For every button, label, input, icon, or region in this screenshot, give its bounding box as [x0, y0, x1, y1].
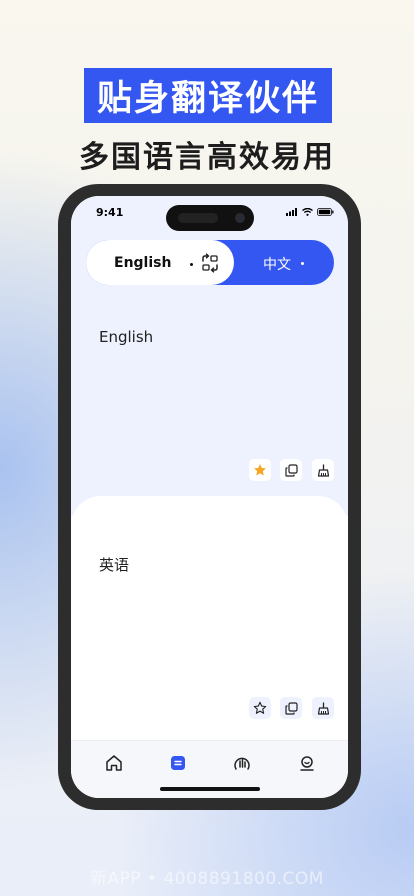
tab-translate-icon[interactable] [168, 753, 188, 773]
copy-icon [284, 463, 298, 477]
favorite-translation-button[interactable] [249, 697, 271, 719]
home-indicator[interactable] [160, 787, 260, 791]
copy-translation-button[interactable] [280, 697, 302, 719]
tab-home-icon[interactable] [104, 753, 124, 773]
status-icons [286, 208, 334, 216]
star-filled-icon [254, 464, 266, 476]
phone-screen: 9:41 English 中文 English 英语 [71, 196, 348, 798]
source-language-label[interactable]: English [114, 255, 171, 271]
battery-icon [317, 208, 334, 216]
dynamic-island [166, 205, 254, 231]
tab-profile-icon[interactable] [297, 753, 317, 773]
language-switcher: English 中文 [86, 240, 334, 285]
signal-icon [286, 208, 297, 216]
clear-source-button[interactable] [312, 459, 334, 481]
clear-translation-button[interactable] [312, 697, 334, 719]
swap-languages-icon[interactable] [200, 253, 220, 273]
broom-icon [317, 701, 329, 715]
source-input-text[interactable]: English [99, 328, 153, 346]
source-language-dropdown-dot [190, 263, 193, 266]
wifi-icon [302, 208, 313, 216]
watermark: 新APP • 4008891800.COM [90, 869, 324, 889]
copy-icon [284, 701, 298, 715]
broom-icon [317, 463, 329, 477]
target-language-label[interactable]: 中文 [263, 254, 291, 274]
favorite-button[interactable] [249, 459, 271, 481]
promo-headline: 贴身翻译伙伴 [84, 68, 332, 123]
target-panel [71, 496, 348, 741]
star-outline-icon [253, 701, 267, 714]
target-language-dropdown-dot [301, 262, 304, 265]
status-time: 9:41 [96, 206, 124, 219]
copy-source-button[interactable] [280, 459, 302, 481]
promo-subline: 多国语言高效易用 [79, 140, 335, 175]
tab-voice-icon[interactable] [232, 753, 252, 773]
translation-output-text: 英语 [99, 556, 130, 574]
